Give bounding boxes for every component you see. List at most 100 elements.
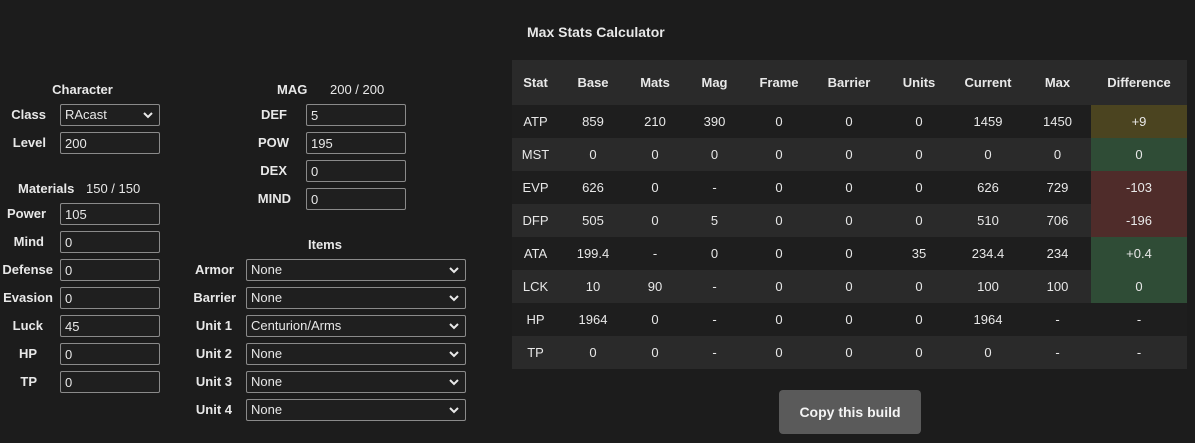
materials-count: 150 / 150 xyxy=(86,181,141,196)
table-cell: 100 xyxy=(952,270,1024,303)
table-cell: 0 xyxy=(627,204,683,237)
table-cell: 0 xyxy=(886,204,952,237)
difference-cell: -103 xyxy=(1091,171,1187,204)
table-cell: 10 xyxy=(559,270,627,303)
table-cell: 859 xyxy=(559,105,627,138)
table-cell: 0 xyxy=(627,138,683,171)
armor-select[interactable]: None xyxy=(246,259,466,281)
materials-defense-input[interactable] xyxy=(60,259,160,281)
table-cell: 0 xyxy=(627,303,683,336)
class-select[interactable]: RAcast xyxy=(60,104,160,126)
materials-power-input[interactable] xyxy=(60,203,160,225)
stat-name-cell: MST xyxy=(512,138,559,171)
table-cell: 0 xyxy=(559,336,627,369)
mag-label-def: DEF xyxy=(261,107,287,122)
table-row: DFP 505 0 5 0 0 0 510 706 -196 xyxy=(512,204,1187,237)
table-cell: 0 xyxy=(812,336,886,369)
mag-mind-input[interactable] xyxy=(306,188,406,210)
table-cell: 729 xyxy=(1024,171,1091,204)
table-cell: 90 xyxy=(627,270,683,303)
calculator-title: Max Stats Calculator xyxy=(527,24,665,40)
table-cell: 0 xyxy=(746,270,812,303)
stats-table: Stat Base Mats Mag Frame Barrier Units C… xyxy=(512,60,1187,369)
chevron-down-icon xyxy=(449,379,459,386)
mag-def-input[interactable] xyxy=(306,104,406,126)
table-header-cell: Frame xyxy=(746,60,812,105)
table-cell: 706 xyxy=(1024,204,1091,237)
stat-name-cell: TP xyxy=(512,336,559,369)
table-cell: 0 xyxy=(627,336,683,369)
class-select-value: RAcast xyxy=(65,107,107,122)
items-label-unit4: Unit 4 xyxy=(195,402,232,417)
table-cell: 0 xyxy=(886,138,952,171)
table-cell: 0 xyxy=(746,171,812,204)
unit3-select[interactable]: None xyxy=(246,371,466,393)
table-cell: 390 xyxy=(683,105,746,138)
mag-dex-input[interactable] xyxy=(306,160,406,182)
armor-select-value: None xyxy=(251,262,283,277)
items-label-unit1: Unit 1 xyxy=(195,318,232,333)
copy-build-button[interactable]: Copy this build xyxy=(779,390,921,434)
level-label: Level xyxy=(12,135,46,150)
table-cell: - xyxy=(1024,303,1091,336)
unit2-select-value: None xyxy=(251,346,283,361)
table-header-row: Stat Base Mats Mag Frame Barrier Units C… xyxy=(512,60,1187,105)
materials-tp-input[interactable] xyxy=(60,371,160,393)
table-cell: 626 xyxy=(559,171,627,204)
character-header: Character xyxy=(52,82,113,97)
table-header-cell: Units xyxy=(886,60,952,105)
table-row: LCK 10 90-0 0 0 100 100 0 xyxy=(512,270,1187,303)
table-cell: 0 xyxy=(812,138,886,171)
mag-header: MAG xyxy=(277,82,308,97)
table-cell: 0 xyxy=(812,237,886,270)
table-cell: 0 xyxy=(683,138,746,171)
table-cell: 0 xyxy=(627,171,683,204)
unit1-select[interactable]: Centurion/Arms xyxy=(246,315,466,337)
unit2-select[interactable]: None xyxy=(246,343,466,365)
materials-label-evasion: Evasion xyxy=(3,290,53,305)
mag-label-dex: DEX xyxy=(260,163,287,178)
difference-cell: - xyxy=(1091,303,1187,336)
table-header-cell: Stat xyxy=(512,60,559,105)
materials-mind-input[interactable] xyxy=(60,231,160,253)
table-cell: 234.4 xyxy=(952,237,1024,270)
table-cell: 0 xyxy=(746,138,812,171)
table-cell: 0 xyxy=(886,336,952,369)
table-row: EVP 626 0-0 0 0 626 729 -103 xyxy=(512,171,1187,204)
table-cell: 0 xyxy=(746,237,812,270)
materials-luck-input[interactable] xyxy=(60,315,160,337)
level-input[interactable] xyxy=(60,132,160,154)
table-cell: 100 xyxy=(1024,270,1091,303)
materials-evasion-input[interactable] xyxy=(60,287,160,309)
table-cell: 626 xyxy=(952,171,1024,204)
mag-label-pow: POW xyxy=(257,135,289,150)
materials-hp-input[interactable] xyxy=(60,343,160,365)
items-label-barrier: Barrier xyxy=(193,290,236,305)
table-cell: 0 xyxy=(1024,138,1091,171)
mag-label-mind: MIND xyxy=(257,191,291,206)
materials-label-power: Power xyxy=(6,206,46,221)
mag-pow-input[interactable] xyxy=(306,132,406,154)
table-cell: 234 xyxy=(1024,237,1091,270)
table-cell: - xyxy=(627,237,683,270)
table-cell: 0 xyxy=(952,138,1024,171)
difference-cell: 0 xyxy=(1091,270,1187,303)
table-cell: 5 xyxy=(683,204,746,237)
unit3-select-value: None xyxy=(251,374,283,389)
difference-cell: -196 xyxy=(1091,204,1187,237)
table-cell: 1450 xyxy=(1024,105,1091,138)
chevron-down-icon xyxy=(143,112,153,119)
items-header: Items xyxy=(308,237,342,252)
chevron-down-icon xyxy=(449,407,459,414)
materials-label-luck: Luck xyxy=(12,318,43,333)
table-cell: 0 xyxy=(559,138,627,171)
stat-name-cell: DFP xyxy=(512,204,559,237)
table-row: MST 0 0 0 0 0 0 0 0 0 xyxy=(512,138,1187,171)
items-label-armor: Armor xyxy=(194,262,234,277)
table-cell: 0 xyxy=(886,270,952,303)
unit4-select[interactable]: None xyxy=(246,399,466,421)
table-cell: 0 xyxy=(812,204,886,237)
barrier-select[interactable]: None xyxy=(246,287,466,309)
table-header-cell: Base xyxy=(559,60,627,105)
table-cell: 1964 xyxy=(952,303,1024,336)
